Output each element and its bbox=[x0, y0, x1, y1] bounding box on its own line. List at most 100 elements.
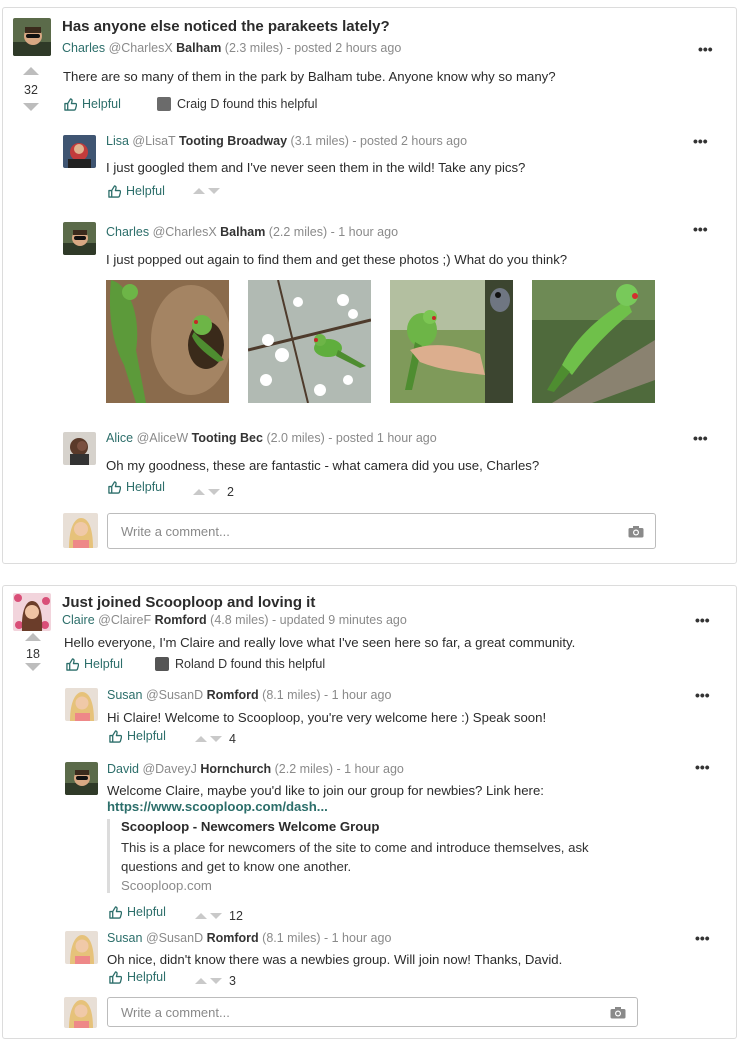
post-card: Has anyone else noticed the parakeets la… bbox=[2, 7, 737, 564]
thumbs-up-icon bbox=[109, 729, 122, 743]
author-distance: (4.8 miles) bbox=[210, 613, 269, 627]
downvote-button[interactable] bbox=[208, 489, 220, 495]
upvote-button[interactable] bbox=[195, 978, 207, 984]
comment-more-options-icon[interactable]: ••• bbox=[693, 431, 708, 445]
avatar[interactable] bbox=[63, 432, 96, 465]
comment-text: Welcome Claire, maybe you'd like to join… bbox=[107, 783, 544, 798]
avatar[interactable] bbox=[13, 593, 51, 631]
comment-more-options-icon[interactable]: ••• bbox=[695, 688, 710, 702]
helpful-label: Helpful bbox=[127, 905, 166, 919]
helpful-button[interactable]: Helpful bbox=[109, 970, 166, 984]
parakeet-hand-photo[interactable] bbox=[390, 280, 513, 403]
parakeet-blossom-photo[interactable] bbox=[248, 280, 371, 403]
avatar bbox=[64, 997, 97, 1028]
comment-input[interactable] bbox=[119, 1003, 525, 1021]
helpful-button[interactable]: Helpful bbox=[64, 97, 121, 111]
comment-author-area: Tooting Broadway bbox=[178, 134, 288, 148]
comment-more-options-icon[interactable]: ••• bbox=[695, 760, 710, 774]
downvote-button[interactable] bbox=[23, 103, 39, 111]
link-preview-description-line2: questions and get to know one another. bbox=[121, 859, 352, 874]
helpful-button[interactable]: Helpful bbox=[109, 729, 166, 743]
post-body: There are so many of them in the park by… bbox=[63, 69, 556, 84]
comment-meta: Lisa @LisaT Tooting Broadway (3.1 miles)… bbox=[106, 134, 467, 148]
downvote-button[interactable] bbox=[208, 188, 220, 194]
found-helpful-text: Roland D found this helpful bbox=[175, 657, 326, 671]
upvote-button[interactable] bbox=[193, 188, 205, 194]
thumbs-up-icon bbox=[108, 480, 121, 494]
post-title[interactable]: Has anyone else noticed the parakeets la… bbox=[62, 18, 390, 35]
comment-author-name[interactable]: Susan bbox=[107, 688, 142, 702]
comment-time: - 1 hour ago bbox=[330, 225, 399, 239]
avatar[interactable] bbox=[65, 688, 98, 721]
comment-input-box[interactable] bbox=[107, 997, 638, 1027]
camera-icon[interactable] bbox=[628, 525, 644, 538]
helpful-button[interactable]: Helpful bbox=[108, 480, 165, 494]
helpful-button[interactable]: Helpful bbox=[109, 905, 166, 919]
comment-author-handle: @SusanD bbox=[145, 688, 204, 702]
upvote-button[interactable] bbox=[23, 67, 39, 75]
user-thumbnail bbox=[155, 657, 169, 671]
comment-author-distance: (2.2 miles) bbox=[268, 225, 328, 239]
comment-more-options-icon[interactable]: ••• bbox=[695, 931, 710, 945]
comment-vote-arrows bbox=[193, 188, 220, 194]
upvote-button[interactable] bbox=[195, 736, 207, 742]
comment-input-box[interactable] bbox=[107, 513, 656, 549]
link-preview[interactable]: Scooploop - Newcomers Welcome Group This… bbox=[107, 819, 627, 893]
author-name[interactable]: Claire bbox=[62, 613, 95, 627]
avatar[interactable] bbox=[65, 762, 98, 795]
link-preview-description: This is a place for newcomers of the sit… bbox=[121, 840, 589, 855]
avatar[interactable] bbox=[63, 222, 96, 255]
comment-more-options-icon[interactable]: ••• bbox=[693, 134, 708, 148]
camera-icon[interactable] bbox=[610, 1006, 626, 1019]
found-helpful: Craig D found this helpful bbox=[157, 97, 317, 111]
upvote-button[interactable] bbox=[25, 633, 41, 641]
downvote-button[interactable] bbox=[210, 913, 222, 919]
parakeet-branch-photo[interactable] bbox=[532, 280, 655, 403]
avatar[interactable] bbox=[65, 931, 98, 964]
more-options-icon[interactable]: ••• bbox=[695, 613, 710, 627]
comment-author-distance: (8.1 miles) bbox=[262, 931, 321, 945]
helpful-button[interactable]: Helpful bbox=[66, 657, 123, 671]
comment-vote-arrows: 2 bbox=[193, 485, 234, 499]
more-options-icon[interactable]: ••• bbox=[698, 42, 713, 56]
comment-author-handle: @AliceW bbox=[136, 431, 189, 445]
helpful-button[interactable]: Helpful bbox=[108, 184, 165, 198]
comment-vote-count: 12 bbox=[229, 909, 243, 923]
comment-meta: Alice @AliceW Tooting Bec (2.0 miles) - … bbox=[106, 431, 437, 445]
author-name[interactable]: Charles bbox=[62, 41, 105, 55]
upvote-button[interactable] bbox=[193, 489, 205, 495]
helpful-label: Helpful bbox=[84, 657, 123, 671]
thumbs-up-icon bbox=[64, 97, 77, 111]
comment-author-handle: @SusanD bbox=[145, 931, 204, 945]
downvote-button[interactable] bbox=[210, 978, 222, 984]
comment-meta: Susan @SusanD Romford (8.1 miles) - 1 ho… bbox=[107, 931, 391, 945]
found-helpful: Roland D found this helpful bbox=[155, 657, 325, 671]
downvote-button[interactable] bbox=[210, 736, 222, 742]
comment-author-name[interactable]: Lisa bbox=[106, 134, 129, 148]
comment-input[interactable] bbox=[119, 522, 539, 540]
comment-author-area: Romford bbox=[206, 688, 259, 702]
comment-time: - 1 hour ago bbox=[323, 931, 392, 945]
group-link[interactable]: https://www.scooploop.com/dash... bbox=[107, 799, 328, 814]
downvote-button[interactable] bbox=[25, 663, 41, 671]
comment-more-options-icon[interactable]: ••• bbox=[693, 222, 708, 236]
comment-text: Oh my goodness, these are fantastic - wh… bbox=[106, 458, 540, 473]
upvote-button[interactable] bbox=[195, 913, 207, 919]
post-time: - posted 2 hours ago bbox=[286, 41, 402, 55]
helpful-label: Helpful bbox=[126, 480, 165, 494]
author-distance: (2.3 miles) bbox=[224, 41, 284, 55]
thumbs-up-icon bbox=[66, 657, 79, 671]
parakeet-tree-photo[interactable] bbox=[106, 280, 229, 403]
post-title[interactable]: Just joined Scooploop and loving it bbox=[62, 594, 315, 611]
comment-author-name[interactable]: Charles bbox=[106, 225, 149, 239]
post-card: Just joined Scooploop and loving it Clai… bbox=[2, 585, 737, 1039]
avatar[interactable] bbox=[63, 135, 96, 168]
helpful-label: Helpful bbox=[127, 729, 166, 743]
comment-author-name[interactable]: Alice bbox=[106, 431, 133, 445]
comment-author-name[interactable]: David bbox=[107, 762, 139, 776]
avatar[interactable] bbox=[13, 18, 51, 56]
comment-author-handle: @LisaT bbox=[132, 134, 176, 148]
comment-author-distance: (3.1 miles) bbox=[290, 134, 349, 148]
comment-author-name[interactable]: Susan bbox=[107, 931, 142, 945]
comment-vote-count: 3 bbox=[229, 974, 236, 988]
